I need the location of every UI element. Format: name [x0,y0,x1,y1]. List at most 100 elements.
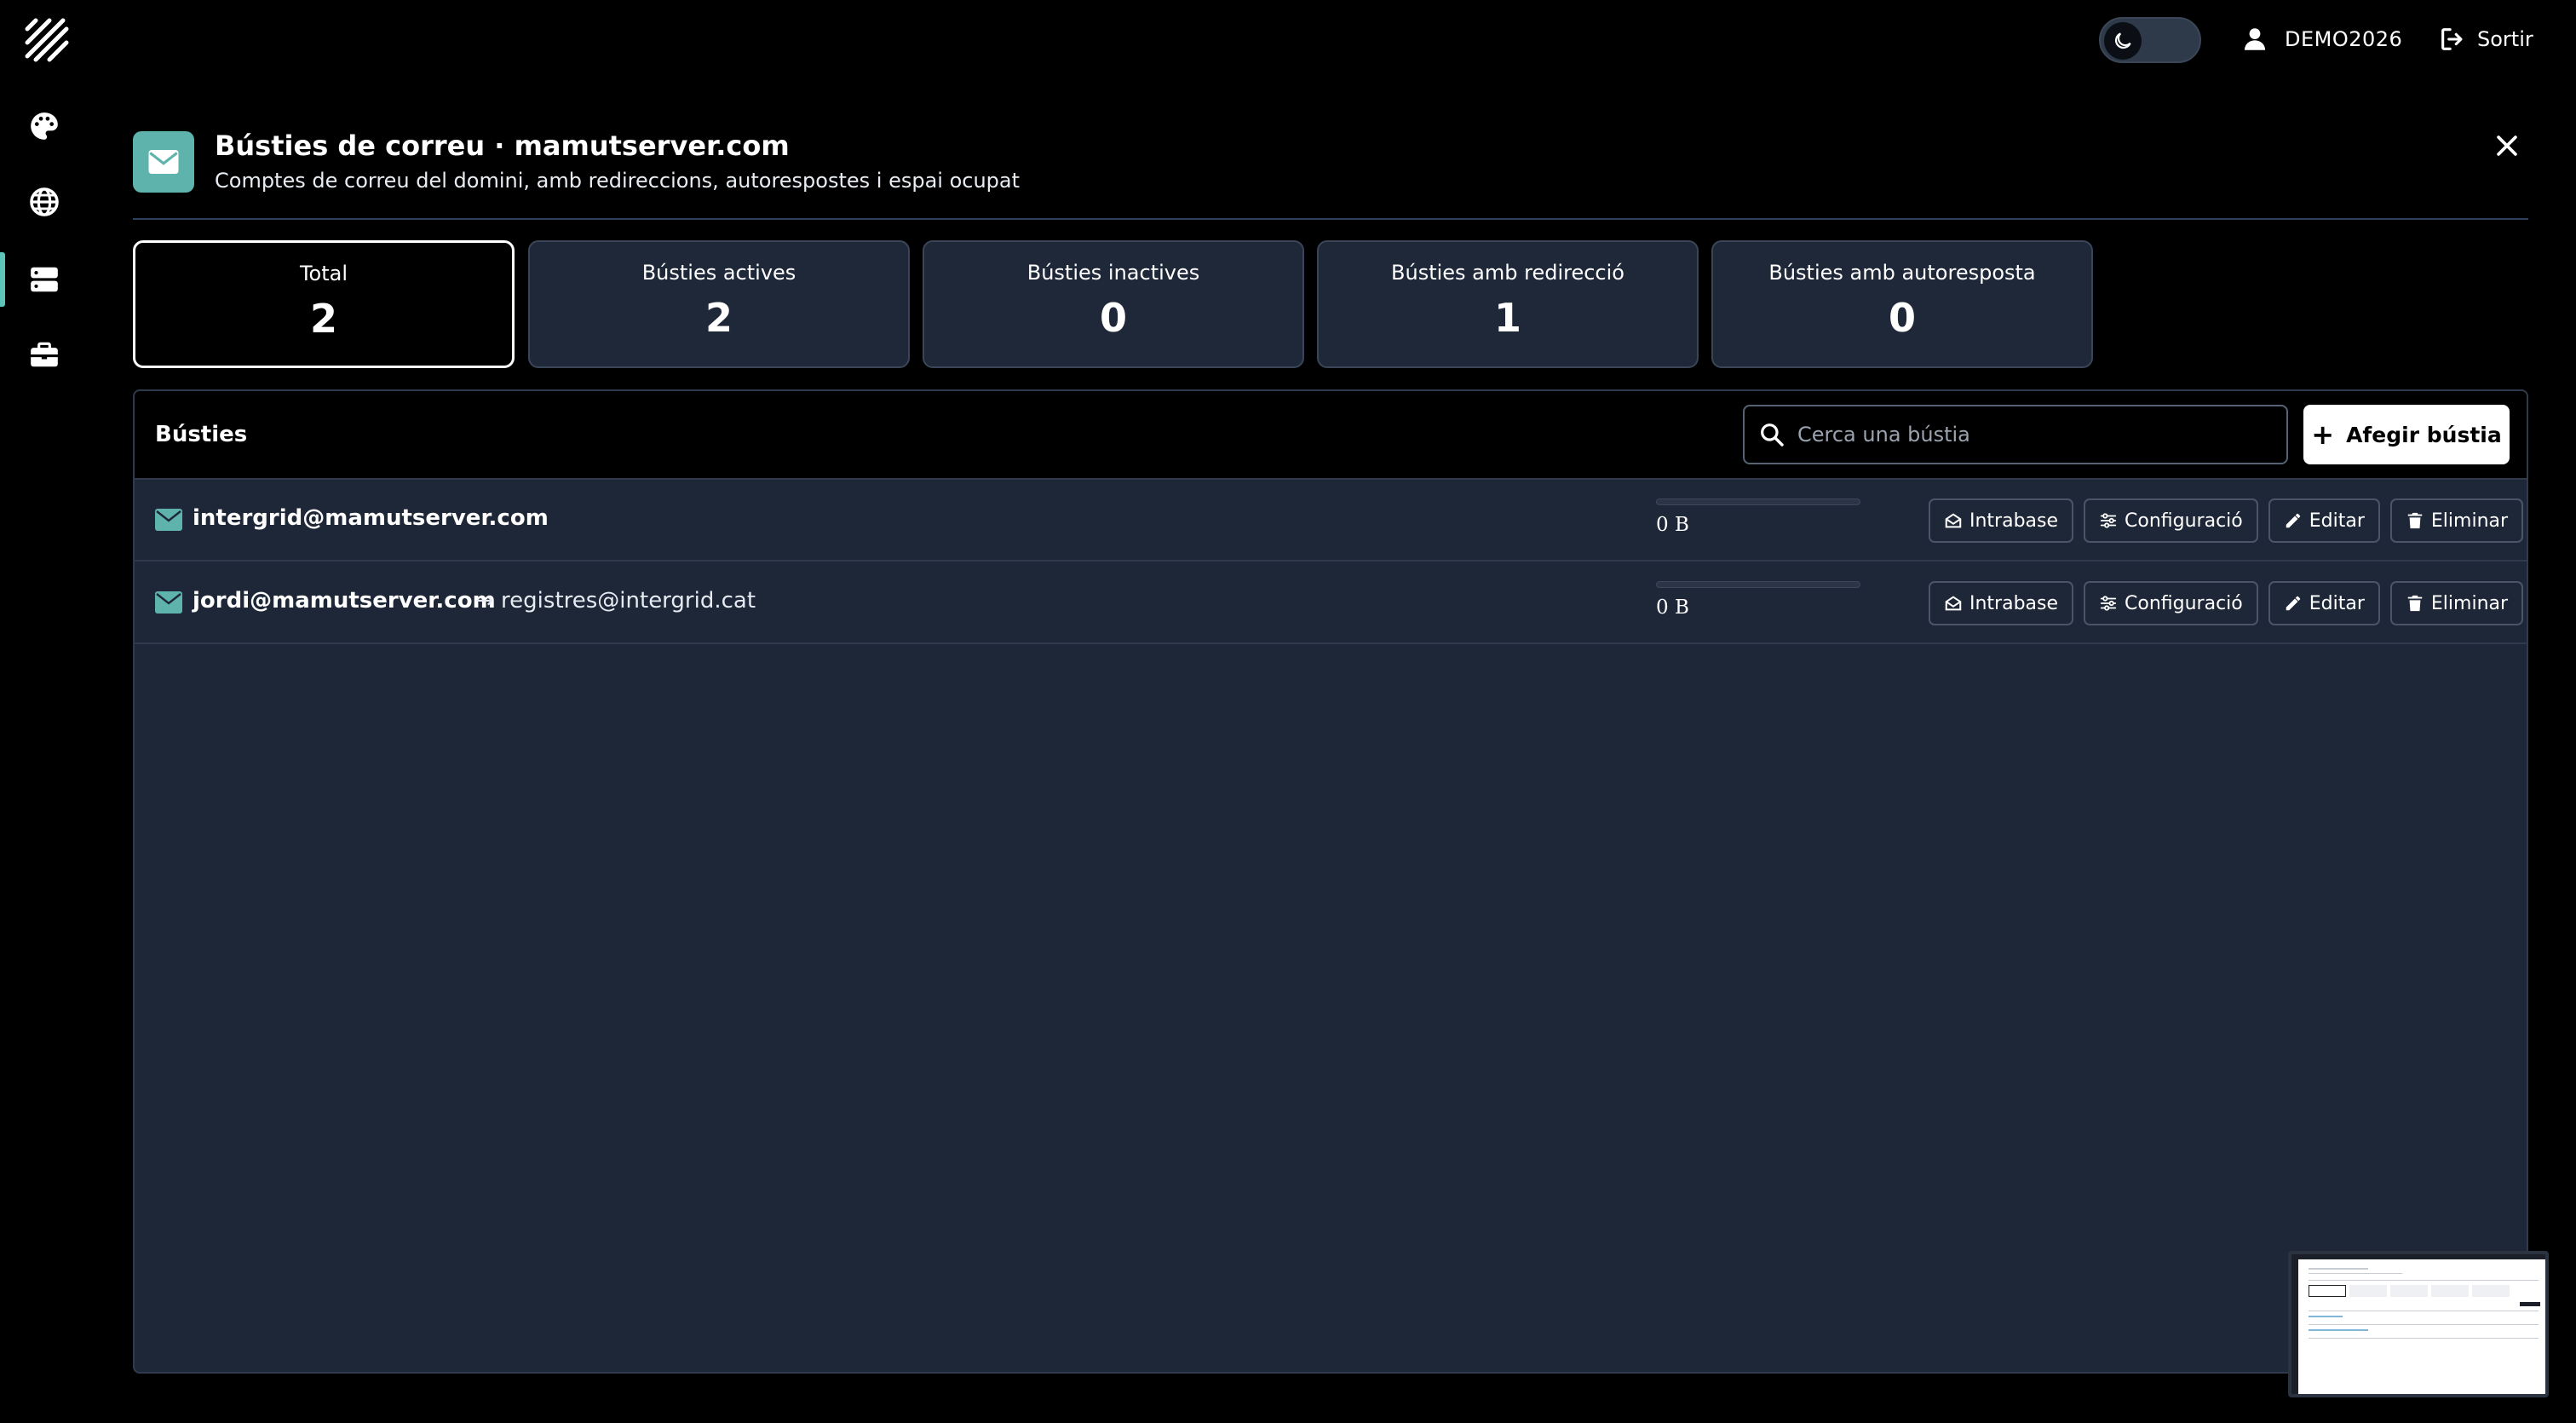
edit-button[interactable]: Editar [2268,581,2380,625]
mailbox-email[interactable]: jordi@mamutserver.com [193,588,496,614]
forward-target: → registres@intergrid.cat [475,588,756,614]
server-icon [31,267,58,292]
moon-icon [2114,32,2131,49]
panel-header: Bústies + Afegir bústia [135,391,2527,480]
add-mailbox-button[interactable]: + Afegir bústia [2303,405,2510,464]
page-title: Bústies de correu · mamutserver.com [215,130,790,162]
minimap-stat [2309,1285,2346,1297]
envelope-icon [155,509,182,531]
close-icon [2497,135,2517,156]
logout-label: Sortir [2477,27,2533,51]
pencil-icon [2286,596,2301,611]
intrabase-label: Intrabase [1969,510,2059,532]
envelope-icon [148,150,179,174]
pencil-icon [2286,513,2301,528]
config-button[interactable]: Configuració [2084,581,2258,625]
minimap-topbar [2291,1254,2545,1259]
stat-card-total[interactable]: Total 2 [133,240,515,368]
stat-label: Bústies inactives [1026,261,1200,285]
sidebar-item-servers[interactable] [0,252,89,307]
stat-value: 2 [704,295,733,341]
palette-icon [31,112,58,140]
minimap-sidebar [2291,1254,2298,1394]
edit-button[interactable]: Editar [2268,498,2380,543]
table-row: jordi@mamutserver.com → registres@interg… [135,562,2527,644]
minimap-stat [2472,1285,2510,1297]
active-indicator [0,252,5,307]
usage-text: 0 B [1656,514,1689,536]
sliders-icon [2100,596,2117,611]
minimap-row [2309,1338,2539,1339]
config-button[interactable]: Configuració [2084,498,2258,543]
row-actions: Intrabase Configuració Editar Eliminar [1929,581,2524,625]
stat-value: 1 [1493,295,1521,341]
page-subtitle: Comptes de correu del domini, amb redire… [215,169,1021,193]
minimap-row [2309,1316,2343,1317]
add-mailbox-label: Afegir bústia [2346,422,2502,447]
envelope-icon [155,591,182,614]
stat-card-forwarding[interactable]: Bústies amb redirecció 1 [1317,240,1699,368]
app-root: DEMO2026 Sortir Bústies de correu · mamu… [0,0,2576,1423]
globe-icon [30,187,59,216]
row-actions: Intrabase Configuració Editar Eliminar [1929,498,2524,543]
delete-label: Eliminar [2430,510,2509,532]
search-input[interactable] [1797,423,2274,446]
minimap-add [2520,1302,2540,1306]
mailbox-panel: Bústies + Afegir bústia intergrid@mamuts… [133,389,2528,1374]
minimap-stat [2431,1285,2469,1297]
intrabase-button[interactable]: Intrabase [1929,581,2074,625]
minimap-divider [2309,1280,2539,1281]
usage-bar [1656,581,1860,588]
envelope-open-icon [1945,513,1962,528]
delete-button[interactable]: Eliminar [2389,581,2524,625]
usage-bar [1656,498,1860,505]
stat-value: 0 [1099,295,1127,341]
user-menu[interactable]: DEMO2026 [2240,22,2402,56]
logo-icon [25,18,69,62]
stat-card-inactive[interactable]: Bústies inactives 0 [923,240,1304,368]
header-divider [133,218,2528,220]
briefcase-icon [31,342,58,367]
minimap-row [2309,1324,2539,1325]
sidebar-item-services[interactable] [0,327,89,382]
stat-value: 0 [1888,295,1916,341]
intrabase-label: Intrabase [1969,592,2059,614]
close-button[interactable] [2486,124,2528,167]
sidebar-item-dashboard[interactable] [0,99,89,153]
sliders-icon [2100,513,2117,528]
minimap-subtitle [2309,1273,2402,1274]
logout-button[interactable]: Sortir [2438,22,2533,56]
intrabase-button[interactable]: Intrabase [1929,498,2074,543]
user-icon [2244,28,2266,50]
trash-icon [2407,595,2423,612]
sidebar-item-domains[interactable] [0,175,89,229]
minimap-stat [2349,1285,2387,1297]
stat-label: Bústies amb redirecció [1391,261,1624,285]
mailbox-header-icon [133,131,194,193]
search-icon [1761,423,1784,446]
plus-icon: + [2311,418,2335,451]
search-box[interactable] [1743,405,2288,464]
stat-card-autoreply[interactable]: Bústies amb autoresposta 0 [1711,240,2093,368]
delete-button[interactable]: Eliminar [2389,498,2524,543]
config-label: Configuració [2125,592,2243,614]
table-row: intergrid@mamutserver.com 0 B Intrabase … [135,480,2527,562]
edit-label: Editar [2309,592,2365,614]
panel-title: Bústies [155,422,248,447]
stat-label: Bústies amb autoresposta [1768,261,2036,285]
minimap-row [2309,1329,2368,1331]
stat-card-active[interactable]: Bústies actives 2 [528,240,910,368]
mailbox-email[interactable]: intergrid@mamutserver.com [193,505,549,531]
envelope-open-icon [1945,596,1962,611]
minimap-stat [2390,1285,2428,1297]
stat-label: Bústies actives [641,261,796,285]
trash-icon [2407,512,2423,529]
config-label: Configuració [2125,510,2243,532]
usage-text: 0 B [1656,596,1689,619]
minimap-title [2309,1268,2368,1270]
minimap-preview[interactable] [2288,1251,2549,1397]
stat-label: Total [299,262,348,285]
theme-toggle[interactable] [2099,17,2201,63]
delete-label: Eliminar [2430,592,2509,614]
brand-logo[interactable] [24,17,70,63]
